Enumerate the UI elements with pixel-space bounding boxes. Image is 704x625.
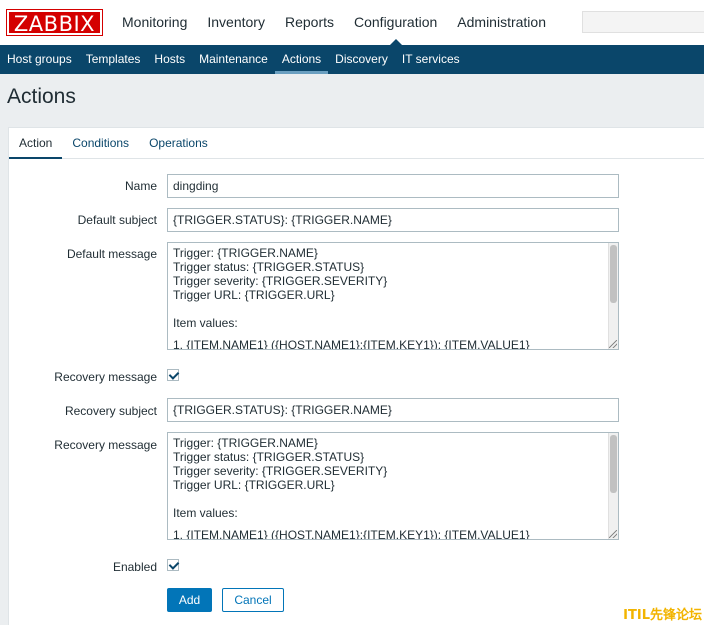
- nav-configuration[interactable]: Configuration: [344, 0, 447, 45]
- subnav-hosts[interactable]: Hosts: [147, 45, 192, 74]
- textarea-scrollbar[interactable]: [608, 243, 618, 349]
- message-line: Trigger: {TRIGGER.NAME}: [173, 436, 318, 450]
- message-line: [173, 302, 613, 316]
- message-line: Item values:: [173, 506, 238, 520]
- search-input[interactable]: [582, 11, 704, 33]
- nav-monitoring[interactable]: Monitoring: [112, 0, 197, 45]
- message-line: Trigger URL: {TRIGGER.URL}: [173, 478, 335, 492]
- textarea-scrollbar[interactable]: [608, 433, 618, 539]
- zabbix-logo[interactable]: ZABBIX: [6, 9, 103, 36]
- form-tabs: Action Conditions Operations: [9, 128, 704, 159]
- message-line: Trigger: {TRIGGER.NAME}: [173, 246, 318, 260]
- nav-reports[interactable]: Reports: [275, 0, 344, 45]
- name-field[interactable]: dingding: [167, 174, 619, 198]
- subnav-maintenance[interactable]: Maintenance: [192, 45, 275, 74]
- default-subject-field[interactable]: {TRIGGER.STATUS}: {TRIGGER.NAME}: [167, 208, 619, 232]
- recovery-message-label: Recovery message: [54, 438, 157, 452]
- message-line: Item values:: [173, 316, 238, 330]
- nav-administration[interactable]: Administration: [447, 0, 556, 45]
- page-title: Actions: [7, 85, 76, 108]
- subnav-templates[interactable]: Templates: [79, 45, 148, 74]
- message-line: 1. {ITEM.NAME1} ({HOST.NAME1}:{ITEM.KEY1…: [173, 338, 530, 350]
- scrollbar-thumb[interactable]: [610, 245, 617, 303]
- subnav-host-groups[interactable]: Host groups: [0, 45, 79, 74]
- resize-grip-icon[interactable]: [609, 340, 617, 348]
- cancel-button[interactable]: Cancel: [222, 588, 284, 612]
- recovery-checkbox-label: Recovery message: [54, 370, 157, 384]
- nav-inventory[interactable]: Inventory: [197, 0, 275, 45]
- default-subject-label: Default subject: [77, 213, 157, 227]
- tab-conditions[interactable]: Conditions: [62, 128, 139, 158]
- main-nav: Monitoring Inventory Reports Configurati…: [112, 0, 556, 45]
- tab-action[interactable]: Action: [9, 128, 63, 159]
- message-line: Trigger severity: {TRIGGER.SEVERITY}: [173, 274, 388, 288]
- default-message-textarea[interactable]: Trigger: {TRIGGER.NAME} Trigger status: …: [167, 242, 619, 350]
- recovery-message-textarea[interactable]: Trigger: {TRIGGER.NAME} Trigger status: …: [167, 432, 619, 540]
- subnav-discovery[interactable]: Discovery: [328, 45, 395, 74]
- message-line: [173, 492, 613, 506]
- add-button[interactable]: Add: [167, 588, 212, 612]
- subnav-it-services[interactable]: IT services: [395, 45, 467, 74]
- default-message-label: Default message: [66, 247, 157, 261]
- message-line: 1. {ITEM.NAME1} ({HOST.NAME1}:{ITEM.KEY1…: [173, 528, 530, 540]
- enabled-label: Enabled: [112, 560, 157, 574]
- top-header: ZABBIX Monitoring Inventory Reports Conf…: [0, 0, 704, 45]
- recovery-subject-field[interactable]: {TRIGGER.STATUS}: {TRIGGER.NAME}: [167, 398, 619, 422]
- subnav-actions[interactable]: Actions: [274, 45, 329, 74]
- enabled-checkbox[interactable]: [167, 559, 179, 571]
- message-line: Trigger status: {TRIGGER.STATUS}: [173, 450, 365, 464]
- tab-operations[interactable]: Operations: [139, 128, 218, 158]
- action-form-panel: Action Conditions Operations Name dingdi…: [8, 127, 704, 625]
- resize-grip-icon[interactable]: [609, 530, 617, 538]
- sub-nav: Host groups Templates Hosts Maintenance …: [0, 45, 704, 74]
- name-label: Name: [124, 179, 157, 193]
- recovery-message-checkbox[interactable]: [167, 369, 179, 381]
- message-line: Trigger status: {TRIGGER.STATUS}: [173, 260, 365, 274]
- message-line: Trigger severity: {TRIGGER.SEVERITY}: [173, 464, 388, 478]
- message-line: Trigger URL: {TRIGGER.URL}: [173, 288, 335, 302]
- recovery-subject-label: Recovery subject: [64, 404, 157, 418]
- scrollbar-thumb[interactable]: [610, 435, 617, 493]
- forum-watermark: ITIL先锋论坛: [623, 608, 702, 623]
